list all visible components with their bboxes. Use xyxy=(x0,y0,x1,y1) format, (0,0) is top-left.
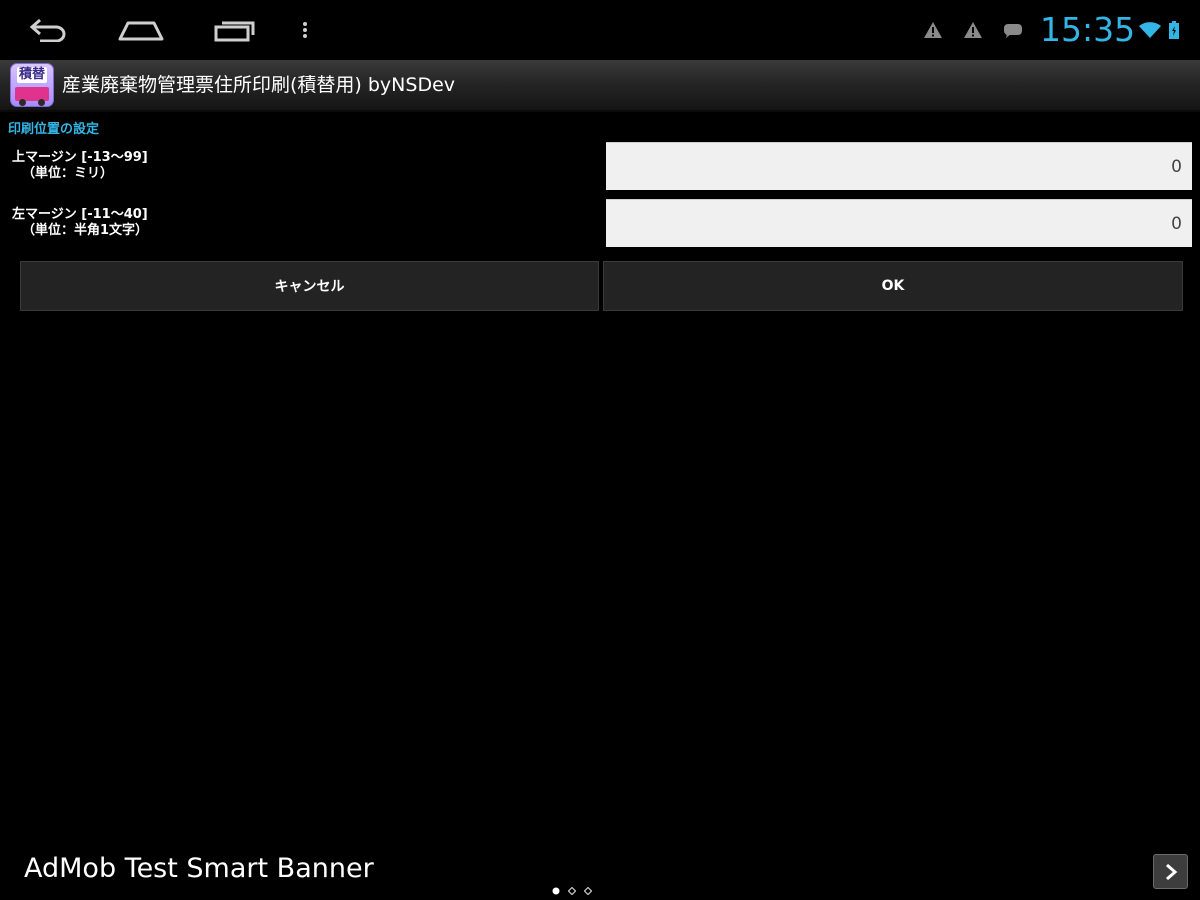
cancel-button[interactable]: キャンセル xyxy=(20,261,599,311)
page-dot xyxy=(584,887,592,895)
top-margin-input[interactable] xyxy=(606,142,1192,190)
app-icon-label: 積替 xyxy=(16,67,47,83)
clock: 15:35 xyxy=(1040,10,1136,49)
recent-apps-icon[interactable] xyxy=(206,8,264,52)
warning-icon xyxy=(962,20,984,40)
ad-banner[interactable]: AdMob Test Smart Banner xyxy=(0,840,1200,900)
overflow-menu-icon[interactable] xyxy=(290,8,320,52)
warning-icon xyxy=(922,20,944,40)
ok-button[interactable]: OK xyxy=(603,261,1183,311)
chevron-right-icon[interactable] xyxy=(1153,854,1188,889)
truck-icon xyxy=(15,87,49,106)
action-bar: 積替 産業廃棄物管理票住所印刷(積替用) byNSDev xyxy=(0,60,1200,112)
app-title: 産業廃棄物管理票住所印刷(積替用) byNSDev xyxy=(62,74,456,96)
left-margin-label-line1: 左マージン [-11～40] xyxy=(12,207,148,222)
page-dot xyxy=(568,887,576,895)
page-indicator xyxy=(552,887,592,895)
left-margin-label: 左マージン [-11～40] （単位：半角1文字） xyxy=(12,207,148,239)
left-margin-unit-label: （単位：半角1文字） xyxy=(22,223,149,238)
battery-icon xyxy=(1168,20,1180,40)
section-header: 印刷位置の設定 xyxy=(8,122,100,137)
status-bar: 15:35 xyxy=(0,0,1200,60)
left-margin-input[interactable] xyxy=(606,199,1192,247)
home-icon[interactable] xyxy=(112,8,170,52)
chat-icon xyxy=(1002,20,1024,40)
wifi-icon xyxy=(1138,20,1162,40)
ad-banner-text[interactable]: AdMob Test Smart Banner xyxy=(24,852,374,886)
top-margin-label-line1: 上マージン [-13～99] xyxy=(12,150,148,165)
back-icon[interactable] xyxy=(20,8,76,52)
top-margin-label: 上マージン [-13～99] （単位：ミリ） xyxy=(12,150,148,182)
app-icon[interactable]: 積替 xyxy=(10,63,54,107)
page-dot-active xyxy=(552,887,560,895)
top-margin-unit-label: （単位：ミリ） xyxy=(22,166,114,181)
